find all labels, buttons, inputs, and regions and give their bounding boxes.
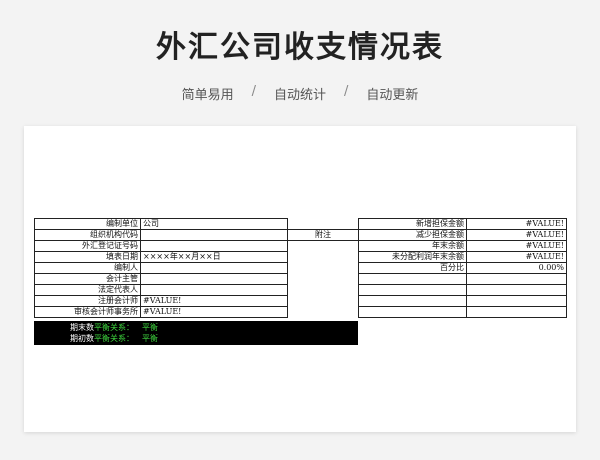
field-note[interactable] [288, 252, 359, 263]
metric-label[interactable]: 未分配利润年末余额 [358, 251, 467, 263]
field-note[interactable] [288, 296, 359, 307]
balance-row-end: 期末数 平衡关系： 平衡 [34, 322, 358, 333]
field-label[interactable]: 填表日期 [34, 251, 141, 263]
table-row: 填表日期 ××××年××月××日 未分配利润年末余额 #VALUE! [34, 251, 567, 263]
balance-label: 期末数 [70, 323, 94, 332]
field-value[interactable]: ××××年××月××日 [140, 251, 288, 263]
field-value[interactable]: 公司 [140, 218, 288, 230]
metric-value[interactable] [466, 284, 567, 296]
metric-value[interactable] [466, 295, 567, 307]
feature-tagline: 简单易用 / 自动统计 / 自动更新 [0, 84, 600, 103]
balance-check-block: 期末数 平衡关系： 平衡 期初数 平衡关系： 平衡 [34, 321, 358, 345]
feature-easy: 简单易用 [181, 88, 234, 103]
balance-relation: 平衡关系： [94, 323, 134, 332]
field-note[interactable] [288, 285, 359, 296]
field-note[interactable]: 附注 [287, 229, 359, 241]
metric-label[interactable] [358, 306, 467, 318]
balance-status: 平衡 [142, 334, 158, 343]
spreadsheet-preview: 编制单位 公司 新增担保金额 #VALUE! 组织机构代码 附注 减少担保金额 #VALUE!… [24, 126, 576, 432]
field-value[interactable] [140, 284, 288, 296]
metric-value[interactable] [466, 273, 567, 285]
metric-label[interactable]: 年末余额 [358, 240, 467, 252]
field-label[interactable]: 外汇登记证号码 [34, 240, 141, 252]
field-label[interactable]: 法定代表人 [34, 284, 141, 296]
metric-label[interactable]: 减少担保金额 [358, 229, 467, 241]
separator: / [251, 84, 256, 99]
page-title: 外汇公司收支情况表 [156, 30, 444, 65]
table-row: 外汇登记证号码 年末余额 #VALUE! [34, 240, 567, 252]
metric-label[interactable] [358, 295, 467, 307]
metric-label[interactable]: 百分比 [358, 262, 467, 274]
metric-label[interactable] [358, 284, 467, 296]
field-value[interactable]: #VALUE! [140, 295, 288, 307]
balance-relation: 平衡关系： [94, 334, 134, 343]
field-label[interactable]: 组织机构代码 [34, 229, 141, 241]
metric-value[interactable]: #VALUE! [466, 218, 567, 230]
field-label[interactable]: 编制人 [34, 262, 141, 274]
field-value[interactable] [140, 273, 288, 285]
field-label[interactable]: 审核会计师事务所 [34, 306, 141, 318]
metric-value[interactable]: #VALUE! [466, 229, 567, 241]
feature-auto-update: 自动更新 [366, 88, 419, 103]
metric-label[interactable] [358, 273, 467, 285]
field-note[interactable] [288, 219, 359, 230]
feature-auto-stats: 自动统计 [273, 88, 326, 103]
field-note[interactable] [288, 274, 359, 285]
table-row: 会计主管 [34, 273, 567, 285]
field-label[interactable]: 编制单位 [34, 218, 141, 230]
metric-value[interactable]: #VALUE! [466, 240, 567, 252]
metric-value[interactable]: 0.00% [466, 262, 567, 274]
table-row: 组织机构代码 附注 减少担保金额 #VALUE! [34, 229, 567, 241]
table-row: 审核会计师事务所 #VALUE! [34, 306, 567, 318]
form-table: 编制单位 公司 新增担保金额 #VALUE! 组织机构代码 附注 减少担保金额 #VALUE!… [34, 218, 567, 318]
balance-label: 期初数 [70, 334, 94, 343]
field-note[interactable] [288, 263, 359, 274]
metric-label[interactable]: 新增担保金额 [358, 218, 467, 230]
balance-row-begin: 期初数 平衡关系： 平衡 [34, 333, 358, 344]
field-value[interactable] [140, 229, 288, 241]
field-value[interactable] [140, 240, 288, 252]
balance-status: 平衡 [142, 323, 158, 332]
field-label[interactable]: 会计主管 [34, 273, 141, 285]
table-row: 法定代表人 [34, 284, 567, 296]
table-row: 编制人 百分比 0.00% [34, 262, 567, 274]
metric-value[interactable]: #VALUE! [466, 251, 567, 263]
field-note[interactable] [288, 307, 359, 318]
field-note[interactable] [288, 241, 359, 252]
separator: / [344, 84, 349, 99]
metric-value[interactable] [466, 306, 567, 318]
table-row: 注册会计师 #VALUE! [34, 295, 567, 307]
field-value[interactable] [140, 262, 288, 274]
field-label[interactable]: 注册会计师 [34, 295, 141, 307]
field-value[interactable]: #VALUE! [140, 306, 288, 318]
table-row: 编制单位 公司 新增担保金额 #VALUE! [34, 218, 567, 230]
